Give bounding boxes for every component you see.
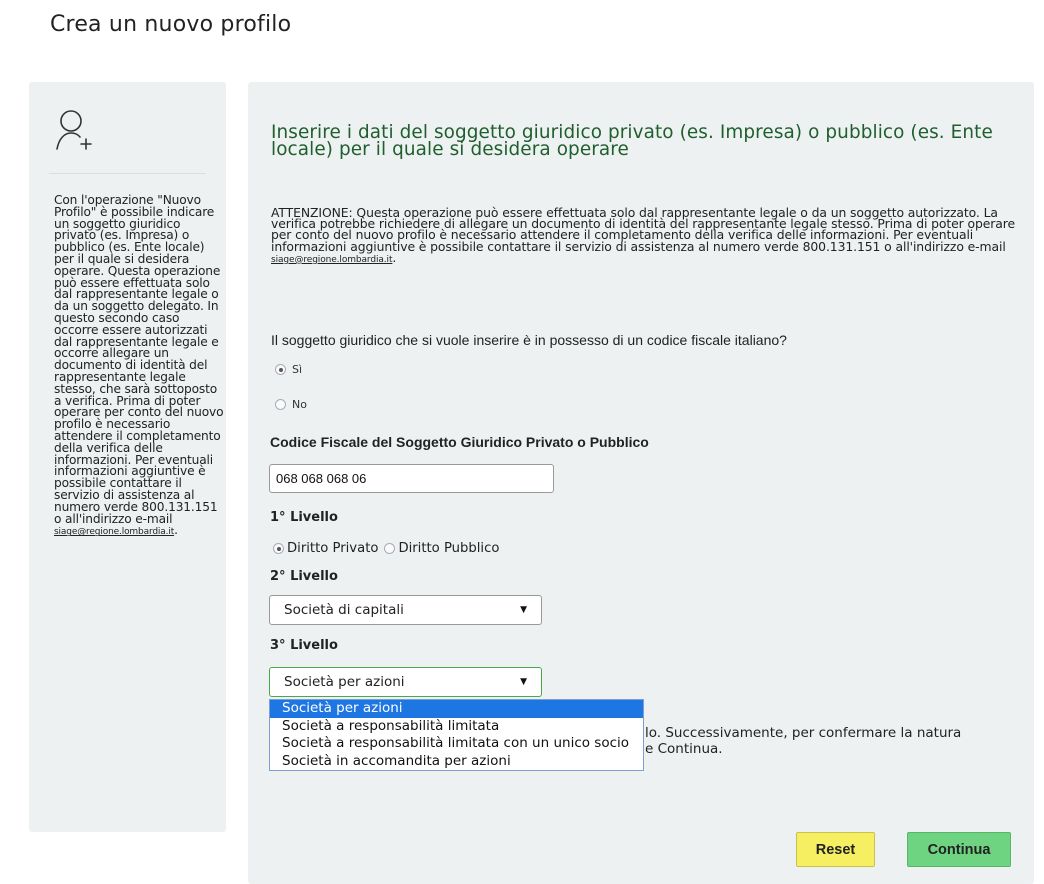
dropdown-option[interactable]: Società a responsabilità limitata con un… [270,735,643,753]
warning-body: ATTENZIONE: Questa operazione può essere… [271,205,1016,254]
cf-question: Il soggetto giuridico che si vuole inser… [271,332,787,348]
radio-diritto-privato[interactable]: Diritto Privato [273,541,378,556]
radio-si-button[interactable] [275,364,286,375]
radio-diritto-privato-label: Diritto Privato [287,541,379,556]
reset-button[interactable]: Reset [796,832,875,867]
dropdown-option[interactable]: Società a responsabilità limitata [270,718,643,736]
level3-label: 3° Livello [270,638,338,653]
dropdown-option[interactable]: Società per azioni [270,700,643,718]
sidebar-help-text: Con l'operazione "Nuovo Profilo" è possi… [54,193,224,538]
form-heading: Inserire i dati del soggetto giuridico p… [271,122,993,160]
sidebar-help-body: Con l'operazione "Nuovo Profilo" è possi… [54,193,224,526]
level3-dropdown-list: Società per azioni Società a responsabil… [269,699,644,771]
radio-no-button[interactable] [275,399,286,410]
continue-button[interactable]: Continua [907,832,1011,867]
dropdown-option[interactable]: Società in accomandita per azioni [270,753,643,771]
level1-label: 1° Livello [270,510,338,525]
radio-no-label: No [292,398,307,411]
info-text-line2: e Continua. [645,741,723,757]
sidebar-email-link[interactable]: siage@regione.lombardia.it [54,527,174,537]
sidebar: Con l'operazione "Nuovo Profilo" è possi… [29,82,226,832]
radio-diritto-pubblico-button[interactable] [384,543,396,554]
level2-label: 2° Livello [270,569,338,584]
radio-diritto-pubblico[interactable]: Diritto Pubblico [384,541,499,556]
chevron-down-icon: ▼ [520,605,527,615]
radio-si[interactable]: Sì [275,363,302,376]
info-text-line1: lo. Successivamente, per confermare la n… [645,725,962,741]
level2-select-value: Società di capitali [284,602,404,618]
chevron-down-icon: ▼ [520,677,527,687]
level3-select-value: Società per azioni [284,674,405,690]
level3-select[interactable]: Società per azioni ▼ [269,667,542,697]
page-title: Crea un nuovo profilo [50,12,292,37]
cf-label: Codice Fiscale del Soggetto Giuridico Pr… [270,434,649,450]
cf-input[interactable] [269,464,554,493]
add-user-icon [53,106,101,154]
radio-si-label: Sì [292,363,303,376]
radio-diritto-pubblico-label: Diritto Pubblico [398,541,500,556]
level2-select[interactable]: Società di capitali ▼ [269,595,542,625]
level1-radios: Diritto Privato Diritto Pubblico [273,541,505,556]
warning-text: ATTENZIONE: Questa operazione può essere… [271,205,1016,266]
radio-diritto-privato-button[interactable] [273,543,284,554]
radio-no[interactable]: No [275,398,307,411]
sidebar-divider [49,173,206,174]
warning-email-suffix: . [392,249,397,265]
warning-email-link[interactable]: siage@regione.lombardia.it [271,255,392,265]
